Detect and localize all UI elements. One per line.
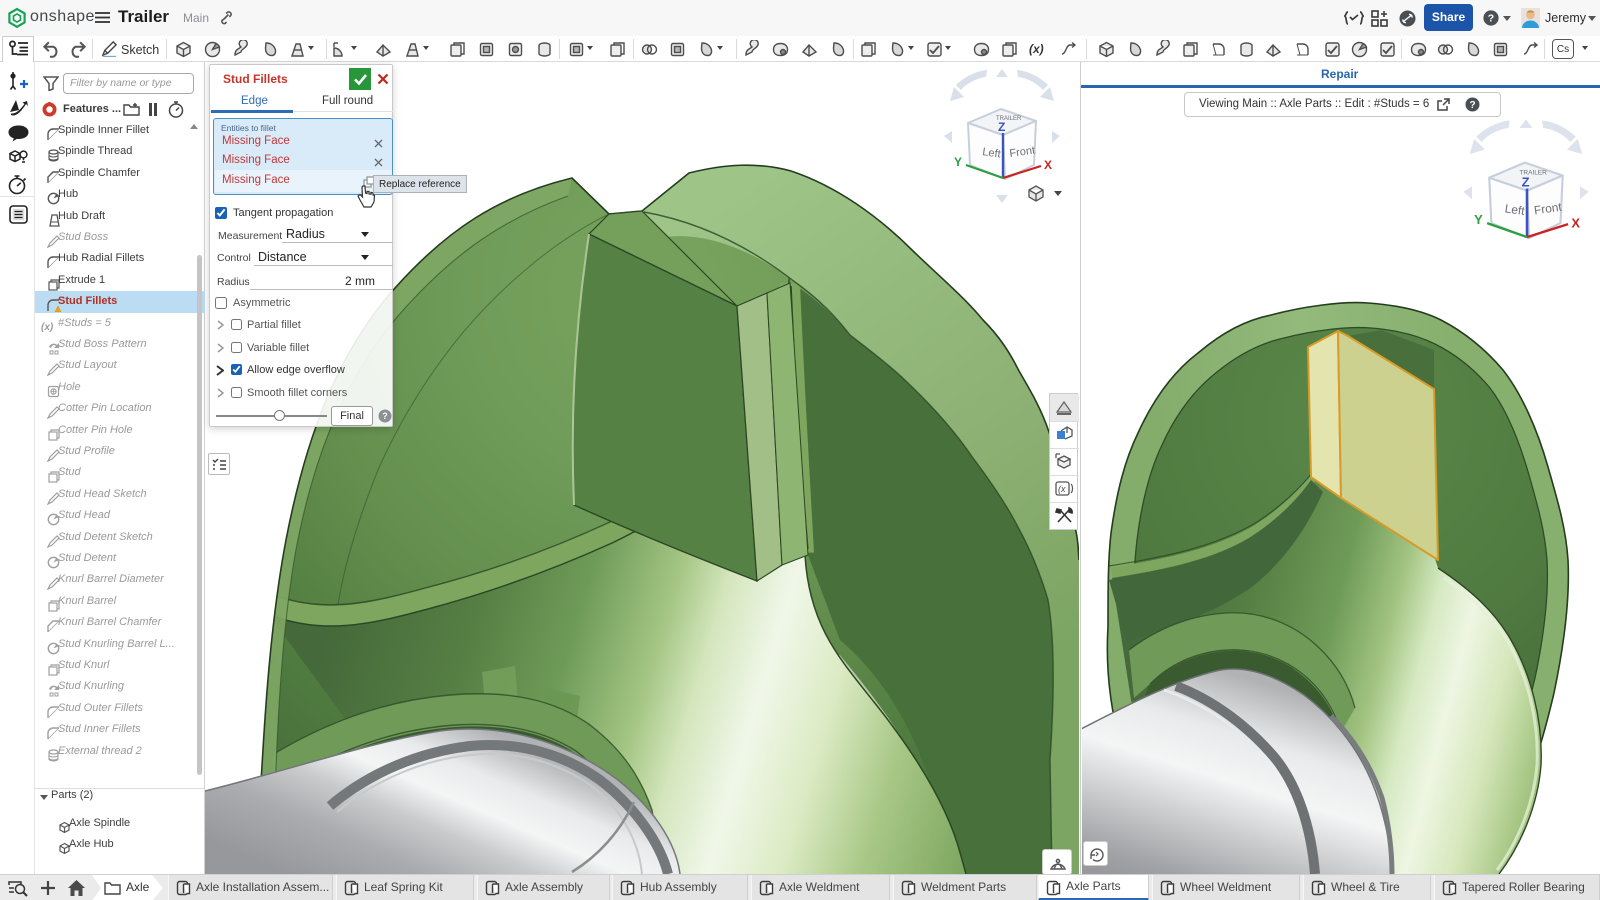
svg-text:X: X [1571, 215, 1580, 230]
svg-text:Y: Y [1474, 212, 1483, 227]
svg-text:Left: Left [982, 146, 1002, 160]
svg-text:Y: Y [954, 155, 962, 169]
svg-text:?: ? [382, 411, 388, 421]
svg-text:Left: Left [1504, 201, 1526, 218]
svg-text:Z: Z [1522, 174, 1530, 189]
svg-text:X: X [1044, 158, 1052, 172]
svg-text:?: ? [1469, 100, 1475, 111]
svg-text:Z: Z [998, 120, 1005, 134]
svg-text:?: ? [1488, 13, 1494, 25]
svg-text:(x: (x [1058, 484, 1066, 494]
